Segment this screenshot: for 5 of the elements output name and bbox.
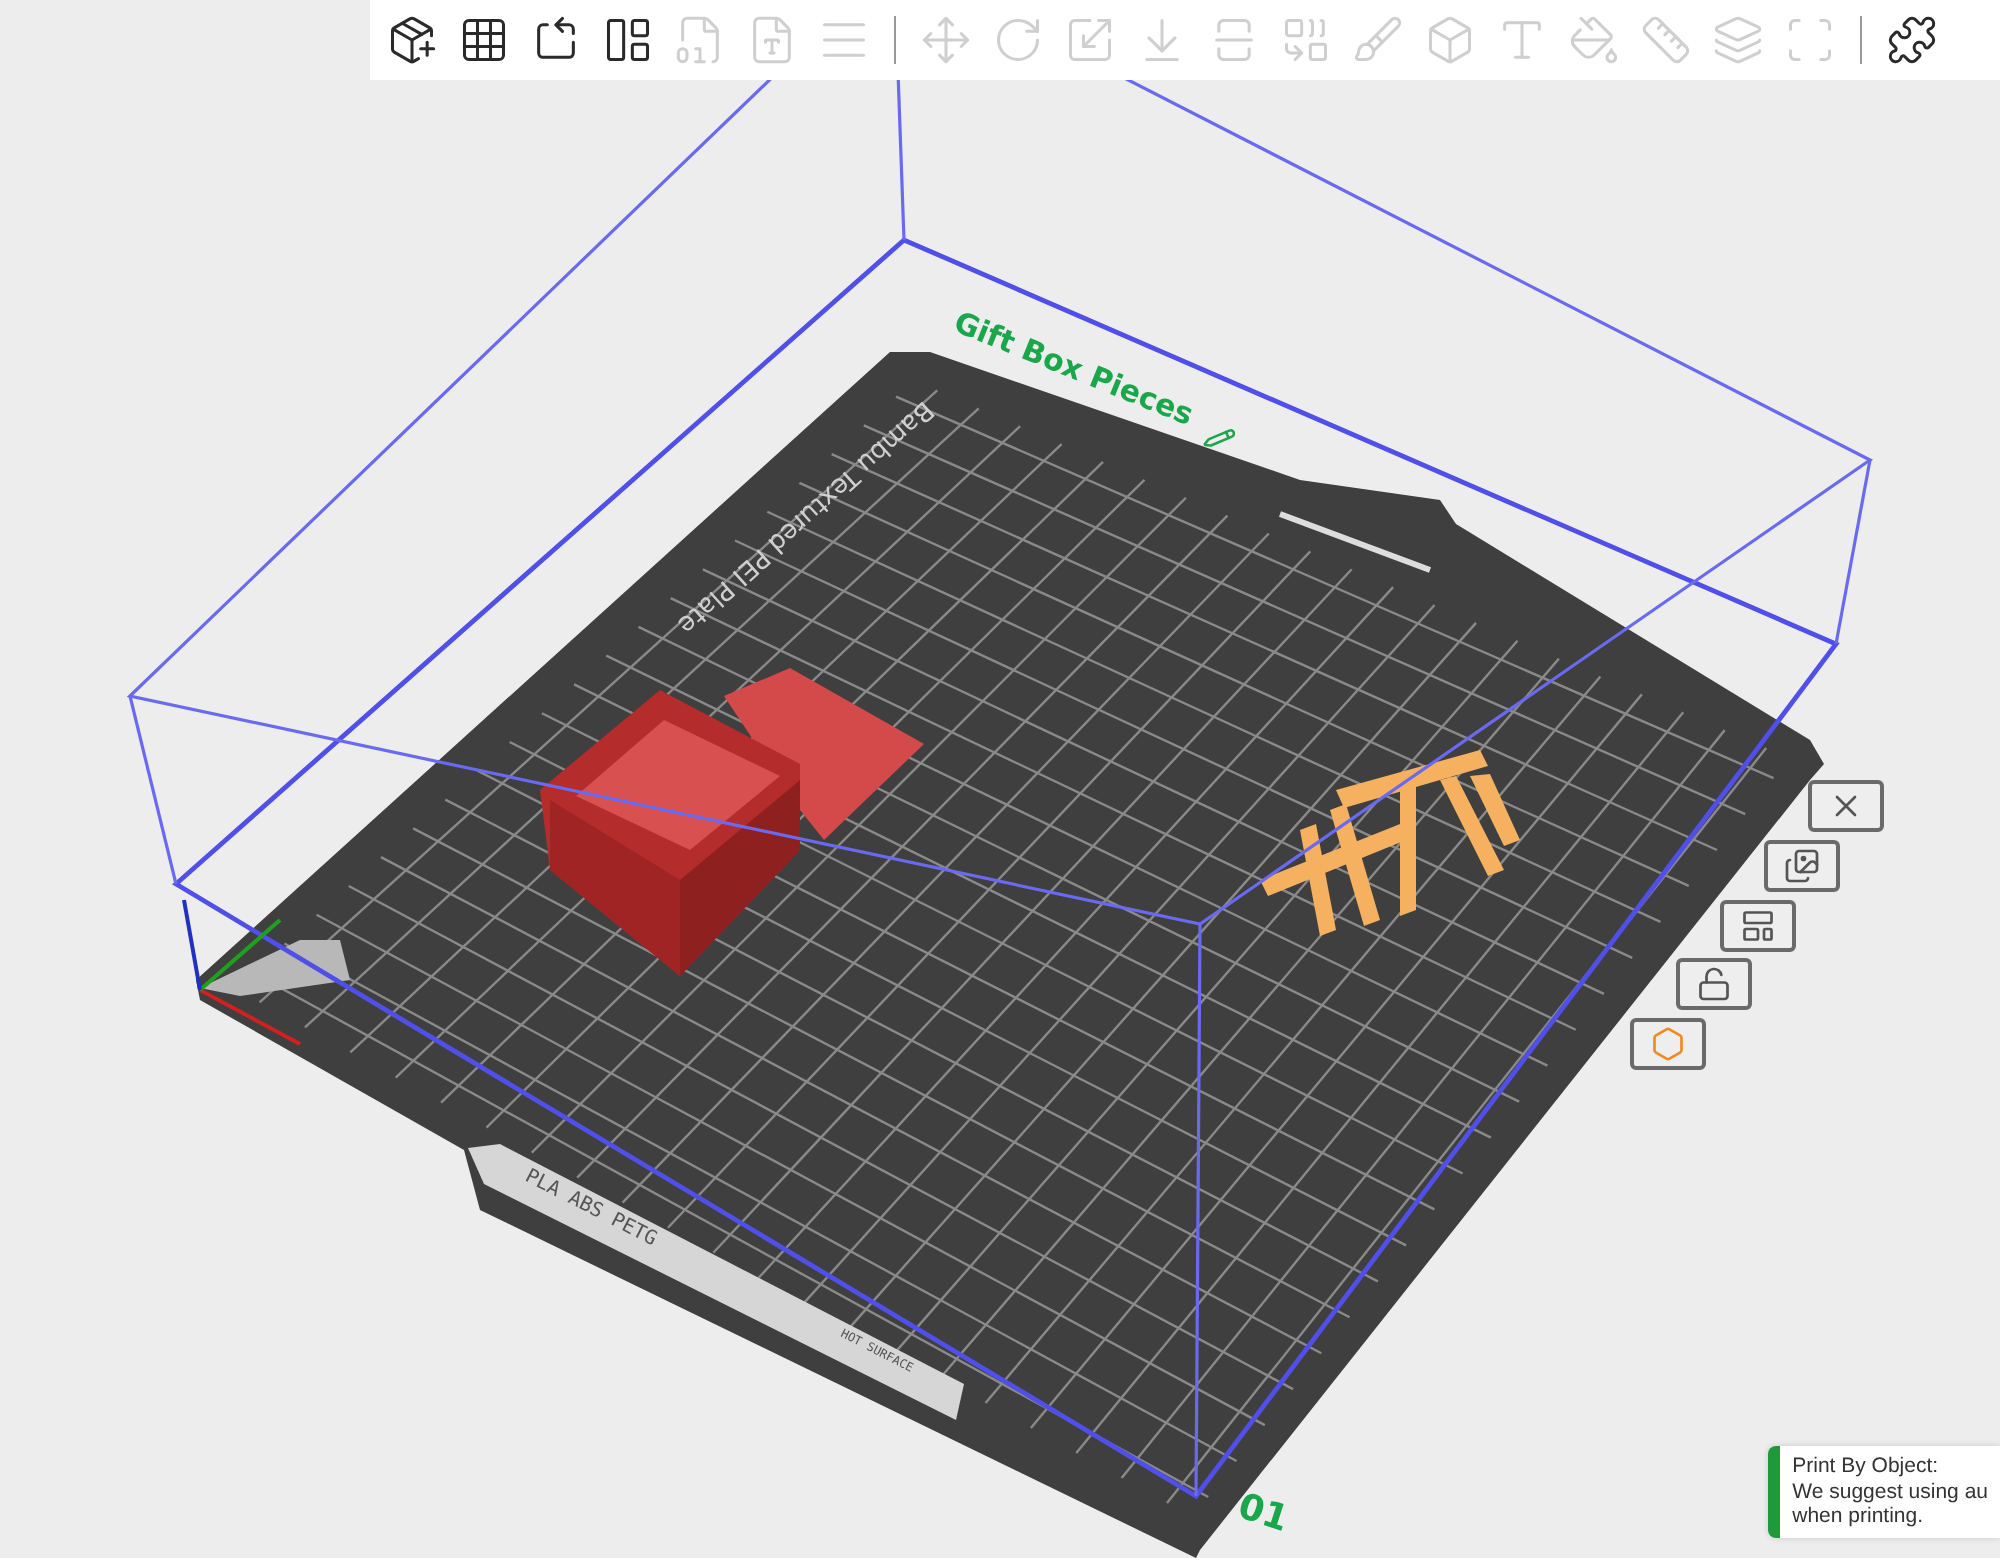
plate-number: 01 [1232, 1485, 1294, 1541]
notification-text: when printing. [1792, 1504, 1925, 1529]
notification-title: Print By Object: [1792, 1454, 1941, 1479]
plate-filament-text: PLA ABS PETG [521, 1165, 660, 1251]
notification-text: We suggest using au [1792, 1479, 1988, 1504]
